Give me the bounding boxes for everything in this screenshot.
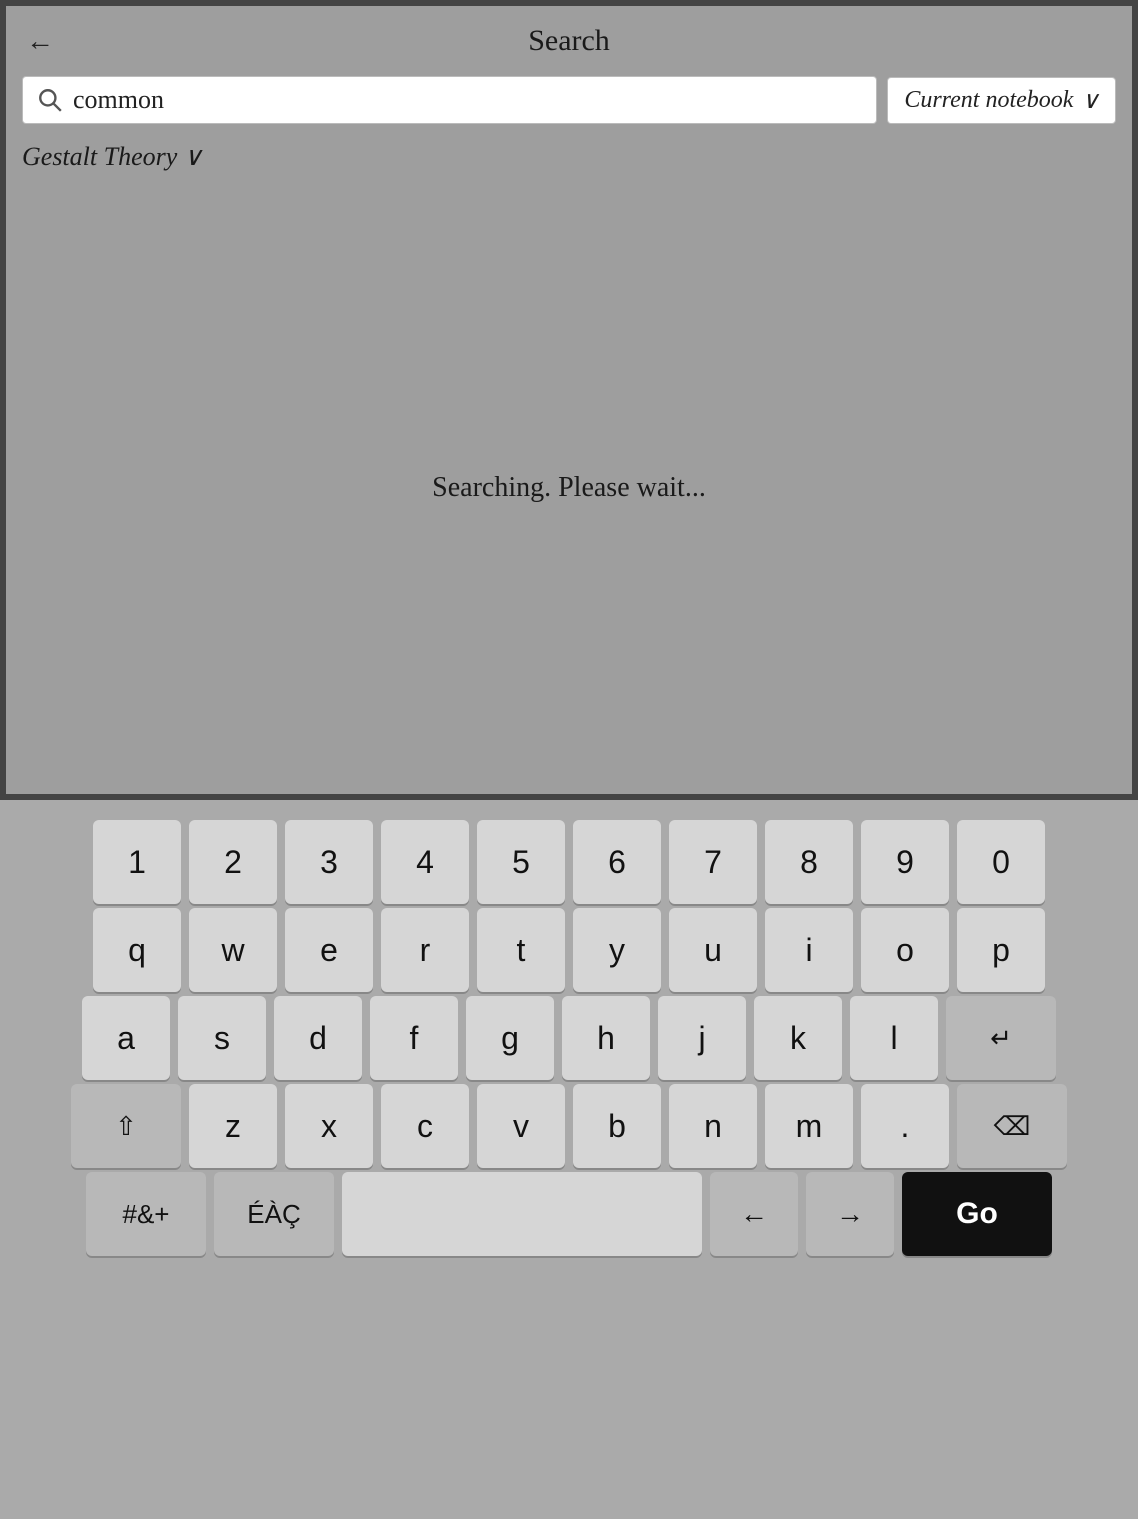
space-key[interactable]	[342, 1172, 702, 1256]
key-0[interactable]: 0	[957, 820, 1045, 904]
backspace-key[interactable]: ⌫	[957, 1084, 1067, 1168]
filter-row: Gestalt Theory ∨	[6, 136, 1132, 182]
key-9[interactable]: 9	[861, 820, 949, 904]
key-m[interactable]: m	[765, 1084, 853, 1168]
key-c[interactable]: c	[381, 1084, 469, 1168]
header: ← Search	[6, 6, 1132, 76]
keyboard-row-bottom: #&+ ÉÀÇ ← → Go	[10, 1172, 1128, 1256]
key-7[interactable]: 7	[669, 820, 757, 904]
key-period[interactable]: .	[861, 1084, 949, 1168]
filter-chevron-icon: ∨	[183, 142, 202, 172]
back-button[interactable]: ←	[26, 25, 54, 57]
key-4[interactable]: 4	[381, 820, 469, 904]
key-i[interactable]: i	[765, 908, 853, 992]
shift-key[interactable]: ⇧	[71, 1084, 181, 1168]
key-q[interactable]: q	[93, 908, 181, 992]
keyboard-area: 1 2 3 4 5 6 7 8 9 0 q w e r t y u i o p …	[0, 800, 1138, 1519]
key-o[interactable]: o	[861, 908, 949, 992]
key-e[interactable]: e	[285, 908, 373, 992]
key-1[interactable]: 1	[93, 820, 181, 904]
key-d[interactable]: d	[274, 996, 362, 1080]
key-t[interactable]: t	[477, 908, 565, 992]
accents-key[interactable]: ÉÀÇ	[214, 1172, 334, 1256]
key-f[interactable]: f	[370, 996, 458, 1080]
key-8[interactable]: 8	[765, 820, 853, 904]
notebook-selector[interactable]: Current notebook ∨	[887, 77, 1116, 124]
status-text: Searching. Please wait...	[432, 472, 706, 504]
key-u[interactable]: u	[669, 908, 757, 992]
arrow-right-key[interactable]: →	[806, 1172, 894, 1256]
key-l[interactable]: l	[850, 996, 938, 1080]
symbols-key[interactable]: #&+	[86, 1172, 206, 1256]
arrow-left-key[interactable]: ←	[710, 1172, 798, 1256]
key-j[interactable]: j	[658, 996, 746, 1080]
key-h[interactable]: h	[562, 996, 650, 1080]
search-icon	[37, 87, 63, 113]
key-3[interactable]: 3	[285, 820, 373, 904]
go-button[interactable]: Go	[902, 1172, 1052, 1256]
key-v[interactable]: v	[477, 1084, 565, 1168]
key-b[interactable]: b	[573, 1084, 661, 1168]
key-z[interactable]: z	[189, 1084, 277, 1168]
key-a[interactable]: a	[82, 996, 170, 1080]
key-6[interactable]: 6	[573, 820, 661, 904]
key-w[interactable]: w	[189, 908, 277, 992]
key-p[interactable]: p	[957, 908, 1045, 992]
notebook-selector-label: Current notebook	[904, 87, 1073, 114]
keyboard-row-qwerty: q w e r t y u i o p	[10, 908, 1128, 992]
key-g[interactable]: g	[466, 996, 554, 1080]
status-area: Searching. Please wait...	[6, 182, 1132, 794]
key-k[interactable]: k	[754, 996, 842, 1080]
keyboard-row-zxcv: ⇧ z x c v b n m . ⌫	[10, 1084, 1128, 1168]
chevron-down-icon: ∨	[1081, 86, 1099, 115]
key-y[interactable]: y	[573, 908, 661, 992]
keyboard-row-numbers: 1 2 3 4 5 6 7 8 9 0	[10, 820, 1128, 904]
notebook-filter[interactable]: Gestalt Theory ∨	[22, 142, 202, 172]
page-title: Search	[528, 24, 610, 58]
key-n[interactable]: n	[669, 1084, 757, 1168]
enter-key[interactable]: ↵	[946, 996, 1056, 1080]
key-5[interactable]: 5	[477, 820, 565, 904]
search-input[interactable]	[73, 85, 862, 115]
key-r[interactable]: r	[381, 908, 469, 992]
key-x[interactable]: x	[285, 1084, 373, 1168]
filter-label-text: Gestalt Theory	[22, 142, 177, 172]
keyboard-row-asdf: a s d f g h j k l ↵	[10, 996, 1128, 1080]
search-bar-row: Current notebook ∨	[6, 76, 1132, 136]
back-icon: ←	[26, 25, 54, 57]
key-2[interactable]: 2	[189, 820, 277, 904]
key-s[interactable]: s	[178, 996, 266, 1080]
search-input-wrapper[interactable]	[22, 76, 877, 124]
app-screen: ← Search Current notebook ∨ Gestalt Theo…	[0, 0, 1138, 800]
